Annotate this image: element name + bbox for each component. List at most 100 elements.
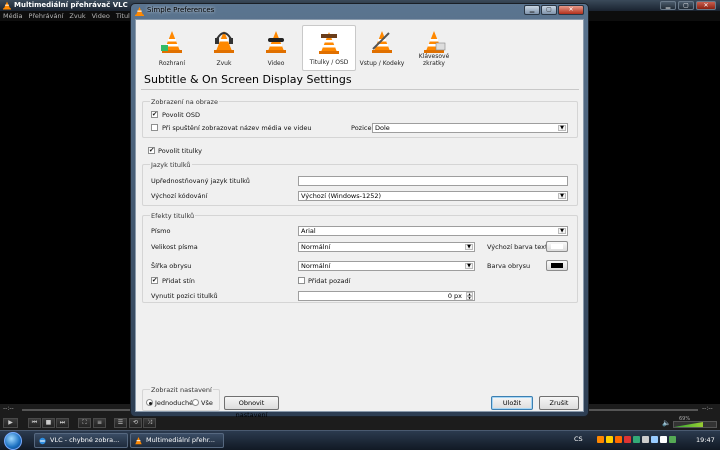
font-size-label: Velikost písma xyxy=(151,243,198,251)
hotkeys-cone-icon xyxy=(424,31,446,53)
menu-video[interactable]: Video xyxy=(92,11,110,21)
preferred-language-label: Upřednostňovaný jazyk titulků xyxy=(151,177,250,185)
tab-label: Video xyxy=(267,60,285,67)
minimize-button[interactable]: ▁ xyxy=(660,1,676,10)
section-divider xyxy=(141,89,579,90)
next-icon[interactable]: ⏭ xyxy=(56,418,69,428)
volume-tray-icon[interactable] xyxy=(642,436,649,443)
vlc-tray-icon[interactable] xyxy=(597,436,604,443)
show-settings-legend: Zobrazit nastavení xyxy=(150,386,213,394)
encoding-select[interactable]: Výchozí (Windows-1252) ▼ xyxy=(298,191,568,201)
save-button[interactable]: Uložit xyxy=(491,396,533,410)
speaker-icon[interactable]: 🔈 xyxy=(662,419,671,427)
video-cone-icon xyxy=(266,31,286,53)
dialog-maximize-button[interactable]: ▢ xyxy=(541,5,557,15)
all-label: Vše xyxy=(201,399,213,407)
system-tray xyxy=(597,436,676,443)
tab-interface[interactable]: Rozhraní xyxy=(146,25,198,71)
stop-icon[interactable]: ■ xyxy=(42,418,55,428)
vlc-window-title: Multimediální přehrávač VLC xyxy=(14,1,128,9)
background-checkbox[interactable] xyxy=(298,277,305,284)
enable-osd-label: Povolit OSD xyxy=(162,111,200,119)
previous-icon[interactable]: ⏮ xyxy=(28,418,41,428)
taskbar-item-vlc[interactable]: Multimediální přehr... xyxy=(130,433,224,448)
chevron-down-icon: ▼ xyxy=(558,228,566,234)
force-position-spinbox[interactable]: 0 px ▲ ▼ xyxy=(298,291,475,301)
tab-input-codecs[interactable]: Vstup / Kodeky xyxy=(356,25,408,71)
show-title-checkbox[interactable] xyxy=(151,124,158,131)
force-position-value: 0 px xyxy=(447,292,462,300)
enable-subtitles-label: Povolit titulky xyxy=(158,147,202,155)
outline-color-button[interactable] xyxy=(546,260,568,271)
chevron-down-icon: ▼ xyxy=(558,125,566,131)
network-tray-icon[interactable] xyxy=(651,436,658,443)
reset-preferences-button[interactable]: Obnovit nastavení xyxy=(224,396,279,419)
spin-down-icon[interactable]: ▼ xyxy=(466,296,473,300)
tab-audio[interactable]: Zvuk xyxy=(198,25,250,71)
clock[interactable]: 19:47 xyxy=(696,436,715,444)
chevron-down-icon: ▼ xyxy=(465,244,473,250)
vlc-cone-icon xyxy=(135,437,142,445)
browser-icon xyxy=(39,437,46,445)
app-tray-icon[interactable] xyxy=(615,436,622,443)
equalizer-icon[interactable]: ≡ xyxy=(93,418,106,428)
encoding-value: Výchozí (Windows-1252) xyxy=(301,192,382,200)
encoding-label: Výchozí kódování xyxy=(151,192,208,200)
battery-tray-icon[interactable] xyxy=(660,436,667,443)
tab-video[interactable]: Video xyxy=(250,25,302,71)
font-value: Arial xyxy=(301,227,316,235)
shuffle-icon[interactable]: ⤨ xyxy=(143,418,156,428)
maximize-button[interactable]: ▢ xyxy=(678,1,694,10)
shadow-label: Přidat stín xyxy=(162,277,195,285)
tab-subtitles-osd[interactable]: Titulky / OSD xyxy=(302,25,356,71)
language-indicator[interactable]: CS xyxy=(574,435,583,443)
text-color-swatch xyxy=(551,244,563,249)
outline-width-select[interactable]: Normální ▼ xyxy=(298,261,475,271)
font-label: Písmo xyxy=(151,227,171,235)
codecs-cone-icon xyxy=(372,31,392,53)
enable-subtitles-checkbox[interactable] xyxy=(148,146,155,154)
tab-hotkeys[interactable]: Klávesové zkratky xyxy=(408,25,460,71)
start-button[interactable] xyxy=(4,432,22,450)
playlist-icon[interactable]: ☰ xyxy=(114,418,127,428)
language-group: Jazyk titulků Upřednostňovaný jazyk titu… xyxy=(142,161,578,206)
menu-media[interactable]: Média xyxy=(3,11,23,21)
security-tray-icon[interactable] xyxy=(624,436,631,443)
chevron-down-icon: ▼ xyxy=(558,193,566,199)
simple-radio[interactable] xyxy=(146,399,153,406)
play-icon[interactable]: ▶ xyxy=(3,418,18,428)
tab-label: Klávesové zkratky xyxy=(418,53,450,67)
fullscreen-icon[interactable]: ⛶ xyxy=(78,418,91,428)
update-tray-icon[interactable] xyxy=(633,436,640,443)
warning-tray-icon[interactable] xyxy=(606,436,613,443)
outline-color-label: Barva obrysu xyxy=(487,262,531,270)
dialog-minimize-button[interactable]: ▁ xyxy=(524,5,540,15)
shadow-checkbox[interactable] xyxy=(151,276,158,284)
dialog-body: Rozhraní Zvuk Video Titulky / OSD Vstup … xyxy=(135,19,584,419)
tab-label: Vstup / Kodeky xyxy=(359,60,405,67)
taskbar: VLC - chybné zobra... Multimediální přeh… xyxy=(0,430,720,450)
text-color-button[interactable] xyxy=(546,241,568,252)
menu-audio[interactable]: Zvuk xyxy=(69,11,85,21)
menu-playback[interactable]: Přehrávání xyxy=(29,11,64,21)
all-radio[interactable] xyxy=(192,399,199,406)
vlc-cone-icon xyxy=(3,1,11,10)
loop-icon[interactable]: ⟲ xyxy=(129,418,142,428)
audio-cone-icon xyxy=(214,31,234,53)
language-legend: Jazyk titulků xyxy=(150,161,192,169)
power-tray-icon[interactable] xyxy=(669,436,676,443)
font-select[interactable]: Arial ▼ xyxy=(298,226,568,236)
remaining-time: --:-- xyxy=(702,405,713,412)
dialog-close-button[interactable]: ✕ xyxy=(558,5,584,15)
volume-slider[interactable] xyxy=(673,421,717,428)
font-size-select[interactable]: Normální ▼ xyxy=(298,242,475,252)
preferred-language-input[interactable] xyxy=(298,176,568,186)
close-button[interactable]: ✕ xyxy=(696,1,716,10)
position-select[interactable]: Dole ▼ xyxy=(372,123,568,133)
taskbar-item-ie[interactable]: VLC - chybné zobra... xyxy=(34,433,128,448)
outline-width-value: Normální xyxy=(301,262,331,270)
cancel-button[interactable]: Zrušit xyxy=(539,396,579,410)
elapsed-time: --:-- xyxy=(3,405,14,412)
enable-osd-checkbox[interactable] xyxy=(151,110,158,118)
dialog-title: Simple Preferences xyxy=(147,6,215,14)
